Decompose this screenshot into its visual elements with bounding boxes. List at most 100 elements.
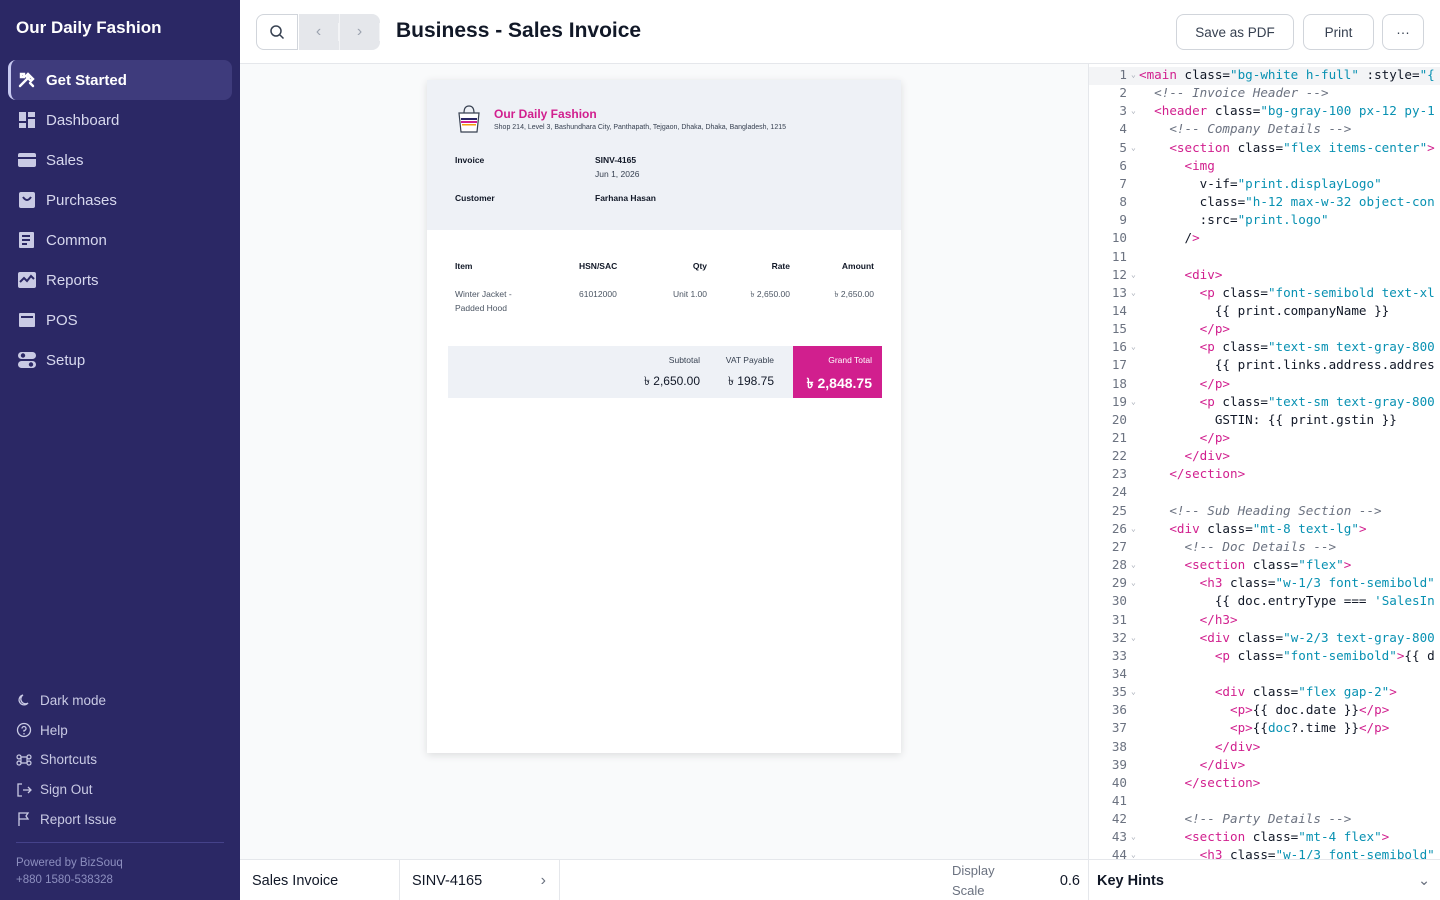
code-line[interactable]: 21 </p> [1089,430,1440,448]
forward-button[interactable]: › [340,14,380,50]
fold-chevron-icon[interactable]: ⌄ [1131,140,1139,158]
code-line[interactable]: 14 {{ print.companyName }} [1089,303,1440,321]
code-line[interactable]: 26 ⌄ <div class="mt-8 text-lg"> [1089,521,1440,539]
code-line[interactable]: 29 ⌄ <h3 class="w-1/3 font-semibold" [1089,575,1440,593]
search-button[interactable] [256,14,298,50]
code-line[interactable]: 39 </div> [1089,757,1440,775]
line-number: 25 [1111,502,1127,518]
code-line[interactable]: 19 ⌄ <p class="text-sm text-gray-800 [1089,394,1440,412]
fold-chevron-icon[interactable]: ⌄ [1131,575,1139,593]
fold-chevron-icon[interactable]: ⌄ [1131,267,1139,285]
code-line[interactable]: 4 <!-- Company Details --> [1089,121,1440,139]
code-line[interactable]: 31 </h3> [1089,612,1440,630]
code-line[interactable]: 30 {{ doc.entryType === 'SalesIn [1089,593,1440,611]
save-pdf-button[interactable]: Save as PDF [1176,14,1294,50]
code-line[interactable]: 28 ⌄ <section class="flex"> [1089,557,1440,575]
code-text: GSTIN: {{ print.gstin }} [1139,411,1397,427]
code-line[interactable]: 15 </p> [1089,321,1440,339]
report-issue-link[interactable]: Report Issue [16,804,226,834]
back-button[interactable]: ‹ [299,14,340,50]
fold-chevron-icon[interactable]: ⌄ [1131,339,1139,357]
code-line[interactable]: 6 <img [1089,158,1440,176]
sidebar-item-setup[interactable]: Setup [8,340,232,380]
code-line[interactable]: 36 <p>{{ doc.date }}</p> [1089,702,1440,720]
line-number: 24 [1111,484,1127,500]
fold-chevron-icon[interactable]: ⌄ [1131,829,1139,847]
code-line[interactable]: 18 </p> [1089,376,1440,394]
code-line[interactable]: 16 ⌄ <p class="text-sm text-gray-800 [1089,339,1440,357]
code-line[interactable]: 9 :src="print.logo" [1089,212,1440,230]
code-line[interactable]: 32 ⌄ <div class="w-2/3 text-gray-800 [1089,630,1440,648]
template-code-editor[interactable]: 1 ⌄ <main class="bg-white h-full" :style="… [1088,64,1440,859]
code-line[interactable]: 7 v-if="print.displayLogo" [1089,176,1440,194]
code-line[interactable]: 22 </div> [1089,448,1440,466]
fold-chevron-icon[interactable]: ⌄ [1131,557,1139,575]
fold-chevron-icon[interactable]: ⌄ [1131,285,1139,303]
print-preview: Our Daily Fashion Shop 214, Level 3, Bas… [240,64,1088,859]
fold-chevron-icon[interactable]: ⌄ [1131,67,1139,85]
fold-gutter [1131,720,1139,738]
sidebar-item-pos[interactable]: POS [8,300,232,340]
code-line[interactable]: 44 ⌄ <h3 class="w-1/3 font-semibold" [1089,847,1440,859]
code-line[interactable]: 10 /> [1089,230,1440,248]
fold-gutter [1131,484,1139,502]
chevron-down-icon[interactable]: ⌄ [1418,860,1430,900]
code-text: <!-- Sub Heading Section --> [1139,502,1382,518]
code-line[interactable]: 34 [1089,666,1440,684]
page-header: ‹ › Business - Sales Invoice Save as PDF… [240,0,1440,64]
line-number: 20 [1111,411,1127,427]
help-link[interactable]: Help [16,716,226,746]
sidebar-item-reports[interactable]: Reports [8,260,232,300]
code-line[interactable]: 20 GSTIN: {{ print.gstin }} [1089,412,1440,430]
company-address: Shop 214, Level 3, Bashundhara City, Pan… [494,124,787,131]
code-line[interactable]: 17 {{ print.links.address.addres [1089,357,1440,375]
code-line[interactable]: 40 </section> [1089,775,1440,793]
code-line[interactable]: 3 ⌄ <header class="bg-gray-100 px-12 py-1 [1089,103,1440,121]
code-line[interactable]: 23 </section> [1089,466,1440,484]
sidebar-item-common[interactable]: Common [8,220,232,260]
display-scale-value[interactable]: 0.6 [1040,860,1080,900]
code-line[interactable]: 37 <p>{{doc?.time }}</p> [1089,720,1440,738]
code-line[interactable]: 27 <!-- Doc Details --> [1089,539,1440,557]
code-line[interactable]: 1 ⌄ <main class="bg-white h-full" :style="… [1089,67,1440,86]
code-line[interactable]: 8 class="h-12 max-w-32 object-con [1089,194,1440,212]
fold-chevron-icon[interactable]: ⌄ [1131,684,1139,702]
sign-out-link[interactable]: Sign Out [16,775,226,805]
code-line[interactable]: 24 [1089,484,1440,502]
sidebar-item-label: Get Started [46,71,127,89]
sidebar-item-get-started[interactable]: Get Started [8,60,232,100]
code-line[interactable]: 12 ⌄ <div> [1089,267,1440,285]
sidebar-divider [16,842,224,843]
code-line[interactable]: 33 <p class="font-semibold">{{ d [1089,648,1440,666]
customer-name: Farhana Hasan [595,193,656,203]
print-button[interactable]: Print [1303,14,1374,50]
footer-divider [559,860,560,900]
fold-chevron-icon[interactable]: ⌄ [1131,847,1139,859]
code-line[interactable]: 13 ⌄ <p class="font-semibold text-xl [1089,285,1440,303]
code-line[interactable]: 43 ⌄ <section class="mt-4 flex"> [1089,829,1440,847]
code-line[interactable]: 41 [1089,793,1440,811]
doc-selector[interactable]: SINV-4165 › [400,860,560,900]
code-line[interactable]: 25 <!-- Sub Heading Section --> [1089,503,1440,521]
fold-chevron-icon[interactable]: ⌄ [1131,630,1139,648]
line-number: 28 [1111,557,1127,573]
more-button[interactable]: ··· [1382,14,1424,50]
fold-chevron-icon[interactable]: ⌄ [1131,103,1139,121]
fold-gutter [1131,321,1139,339]
fold-chevron-icon[interactable]: ⌄ [1131,394,1139,412]
code-line[interactable]: 38 </div> [1089,739,1440,757]
shortcuts-link[interactable]: Shortcuts [16,745,226,775]
sidebar: Our Daily Fashion Get Started Dashboard … [0,0,240,900]
key-hints-toggle[interactable]: Key Hints [1097,860,1164,900]
fold-chevron-icon[interactable]: ⌄ [1131,521,1139,539]
code-line[interactable]: 5 ⌄ <section class="flex items-center"> [1089,140,1440,158]
code-line[interactable]: 35 ⌄ <div class="flex gap-2"> [1089,684,1440,702]
dark-mode-link[interactable]: Dark mode [16,686,226,716]
sidebar-item-dashboard[interactable]: Dashboard [8,100,232,140]
sidebar-item-purchases[interactable]: Purchases [8,180,232,220]
sidebar-item-sales[interactable]: Sales [8,140,232,180]
code-line[interactable]: 42 <!-- Party Details --> [1089,811,1440,829]
code-line[interactable]: 11 [1089,249,1440,267]
command-icon [16,754,32,766]
code-line[interactable]: 2 <!-- Invoice Header --> [1089,85,1440,103]
